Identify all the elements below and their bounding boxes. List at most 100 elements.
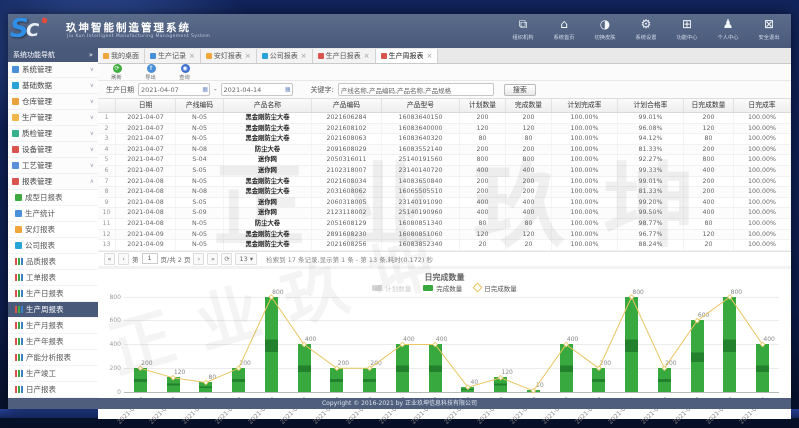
export-button[interactable]: ⇑导出 bbox=[140, 64, 162, 81]
table-row[interactable]: 32021-04-07N-05黑金刚防尘大卷202160806316083640… bbox=[98, 134, 791, 145]
tab-3[interactable]: 安灯报表× bbox=[201, 49, 257, 63]
last-page-button[interactable]: » bbox=[207, 253, 218, 265]
table-row[interactable]: 92021-04-08S-05迷你网2060318005231401910904… bbox=[98, 198, 791, 209]
refresh-table-button[interactable]: ⟳ bbox=[221, 253, 232, 265]
sidebar-item-4[interactable]: 公司报表 bbox=[8, 238, 98, 254]
legend-item[interactable]: 完成数量 bbox=[423, 283, 462, 293]
header-action-label: 系统设置 bbox=[631, 33, 661, 41]
sidebar-item-1[interactable]: 成型日报表 bbox=[8, 190, 98, 206]
sidebar-group-7[interactable]: 工艺管理∨ bbox=[8, 158, 98, 174]
y-axis-tick-label: 400 bbox=[102, 341, 121, 348]
tab-4[interactable]: 公司报表× bbox=[257, 49, 313, 63]
table-cell: 400 bbox=[684, 166, 734, 176]
org-structure-action[interactable]: ⧉组织机构 bbox=[507, 17, 539, 41]
sidebar-item-11[interactable]: 产能分析报表 bbox=[8, 350, 98, 366]
sidebar-group-label: 设备管理 bbox=[22, 142, 90, 157]
table-row[interactable]: 12021-04-07N-05黑金刚防尘大卷202160628416083640… bbox=[98, 113, 791, 124]
sidebar-item-8[interactable]: 生产周报表 bbox=[8, 302, 98, 318]
next-page-button[interactable]: › bbox=[193, 253, 204, 265]
sidebar-item-10[interactable]: 生产年报表 bbox=[8, 334, 98, 350]
tab-5[interactable]: 生产日报表× bbox=[313, 49, 376, 63]
prev-page-button[interactable]: ‹ bbox=[118, 253, 129, 265]
table-row[interactable]: 22021-04-07N-05黑金刚防尘大卷202160810216083640… bbox=[98, 124, 791, 135]
legend-item[interactable]: 日完成数量 bbox=[474, 283, 517, 293]
table-cell: 25140191560 bbox=[382, 155, 460, 165]
table-row[interactable]: 102021-04-08S-09迷你网212311800225140190960… bbox=[98, 208, 791, 219]
sidebar-item-12[interactable]: 生产竣工 bbox=[8, 366, 98, 382]
sidebar-item-5[interactable]: 品质报表 bbox=[8, 254, 98, 270]
table-cell: 20 bbox=[506, 240, 552, 250]
sidebar-group-6[interactable]: 设备管理∨ bbox=[8, 142, 98, 158]
tab-1[interactable]: 我的桌面 bbox=[98, 49, 145, 63]
sidebar-collapse-icon[interactable]: » bbox=[89, 48, 93, 62]
close-icon[interactable]: × bbox=[245, 49, 251, 63]
table-header-cell bbox=[98, 99, 116, 112]
home-action[interactable]: ⌂系统首页 bbox=[548, 17, 580, 41]
tab-6[interactable]: 生产周报表× bbox=[376, 49, 439, 63]
sidebar-group-1[interactable]: 系统管理∨ bbox=[8, 62, 98, 78]
sidebar-item-7[interactable]: 生产日报表 bbox=[8, 286, 98, 302]
page-number-input[interactable] bbox=[142, 253, 158, 264]
table-row[interactable]: 122021-04-09N-05黑金刚防尘大卷28916082301608085… bbox=[98, 230, 791, 241]
table-cell: 2021-04-08 bbox=[116, 219, 176, 229]
date-to-input[interactable] bbox=[221, 83, 293, 96]
sidebar-item-6[interactable]: 工单报表 bbox=[8, 270, 98, 286]
table-row[interactable]: 112021-04-08N-05防尘大卷20516081291608085134… bbox=[98, 219, 791, 230]
table-cell: 2021-04-07 bbox=[116, 166, 176, 176]
apps-action[interactable]: ⊞功能中心 bbox=[671, 17, 703, 41]
table-row[interactable]: 132021-04-09N-05黑金刚防尘大卷20216082561608385… bbox=[98, 240, 791, 251]
page-size-value: 13 bbox=[239, 255, 247, 263]
skin-action[interactable]: ◑切换皮肤 bbox=[589, 17, 621, 41]
app-title: 玖坤智能制造管理系统 bbox=[66, 20, 191, 35]
tab-2[interactable]: 生产记录× bbox=[145, 49, 201, 63]
sidebar-group-5[interactable]: 质检管理∨ bbox=[8, 126, 98, 142]
close-icon[interactable]: × bbox=[427, 49, 433, 63]
table-row[interactable]: 82021-04-08N-08黑金刚防尘大卷203160806216065505… bbox=[98, 187, 791, 198]
report-icon bbox=[15, 210, 22, 217]
tab-label: 生产记录 bbox=[158, 49, 186, 63]
sidebar-group-label: 基础数据 bbox=[22, 78, 90, 93]
header-action-label: 个人中心 bbox=[713, 33, 743, 41]
table-cell: N-05 bbox=[176, 177, 224, 187]
table-cell: 400 bbox=[506, 198, 552, 208]
settings-action[interactable]: ⚙系统设置 bbox=[630, 17, 662, 41]
date-range-label: 生产日期 bbox=[106, 85, 134, 95]
sidebar-item-2[interactable]: 生产统计 bbox=[8, 206, 98, 222]
page-size-select[interactable]: 13 ▾ bbox=[235, 253, 257, 265]
legend-item[interactable]: 计划数量 bbox=[372, 283, 411, 293]
keyword-input[interactable] bbox=[338, 83, 494, 96]
chevron-down-icon: ∨ bbox=[90, 78, 94, 93]
sidebar-item-label: 生产竣工 bbox=[26, 366, 56, 381]
report-icon bbox=[15, 194, 22, 201]
logout-action[interactable]: ⊠安全退出 bbox=[753, 17, 785, 41]
table-cell: 81.33% bbox=[618, 145, 684, 155]
table-cell: 2031608062 bbox=[312, 187, 382, 197]
refresh-button[interactable]: ⟳刷新 bbox=[106, 64, 128, 81]
bar-value-label: 800 bbox=[623, 289, 653, 296]
sidebar-group-4[interactable]: 生产管理∨ bbox=[8, 110, 98, 126]
table-row[interactable]: 42021-04-07N-08防尘大卷209160802916083552140… bbox=[98, 145, 791, 156]
sidebar-group-2[interactable]: 基础数据∨ bbox=[8, 78, 98, 94]
table-cell: 100.00% bbox=[552, 208, 618, 218]
profile-action[interactable]: ♟个人中心 bbox=[712, 17, 744, 41]
table-cell: 黑金刚防尘大卷 bbox=[224, 187, 312, 197]
table-cell: 800 bbox=[460, 155, 506, 165]
table-cell: 14083650840 bbox=[382, 177, 460, 187]
sidebar-item-13[interactable]: 日产报表 bbox=[8, 382, 98, 398]
query-button[interactable]: ◉查询 bbox=[174, 64, 196, 81]
sidebar-item-9[interactable]: 生产月报表 bbox=[8, 318, 98, 334]
date-from-input[interactable] bbox=[138, 83, 210, 96]
search-button[interactable]: 搜索 bbox=[504, 84, 536, 96]
bar-chart-icon bbox=[15, 306, 23, 313]
close-icon[interactable]: × bbox=[189, 49, 195, 63]
table-row[interactable]: 52021-04-07S-04迷你网2050316011251401915608… bbox=[98, 155, 791, 166]
table-row[interactable]: 72021-04-08N-05黑金刚防尘大卷202160803414083650… bbox=[98, 177, 791, 188]
first-page-button[interactable]: « bbox=[104, 253, 115, 265]
table-row[interactable]: 62021-04-07S-05迷你网2102318007231401407204… bbox=[98, 166, 791, 177]
sidebar-item-3[interactable]: 安灯报表 bbox=[8, 222, 98, 238]
sidebar-group-3[interactable]: 仓库管理∨ bbox=[8, 94, 98, 110]
close-icon[interactable]: × bbox=[364, 49, 370, 63]
sidebar-group-8[interactable]: 报表管理∧ bbox=[8, 174, 98, 190]
close-icon[interactable]: × bbox=[301, 49, 307, 63]
table-cell: 2021-04-07 bbox=[116, 145, 176, 155]
